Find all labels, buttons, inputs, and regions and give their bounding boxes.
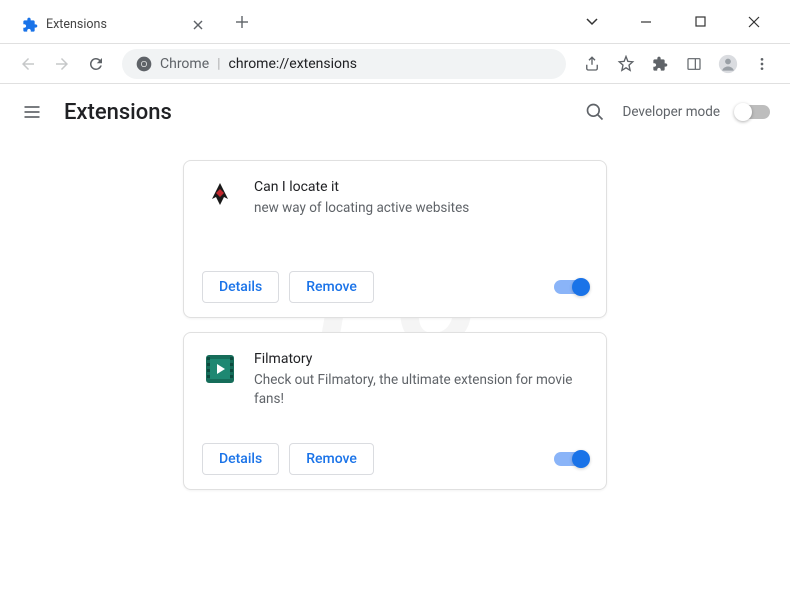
dropdown-caret-button[interactable]: [576, 6, 608, 38]
omnibox-divider: |: [217, 56, 220, 72]
menu-button[interactable]: [748, 50, 776, 78]
reload-button[interactable]: [82, 50, 110, 78]
tab-title: Extensions: [46, 17, 107, 32]
new-tab-button[interactable]: [228, 8, 256, 36]
extension-icon: [22, 17, 38, 33]
extension-name: Filmatory: [254, 351, 588, 367]
developer-mode-toggle[interactable]: [736, 105, 770, 119]
page-header: Extensions Developer mode: [0, 84, 790, 140]
extension-enable-toggle[interactable]: [554, 452, 588, 466]
bookmark-button[interactable]: [612, 50, 640, 78]
forward-button[interactable]: [48, 50, 76, 78]
maximize-button[interactable]: [684, 6, 716, 38]
extension-description: Check out Filmatory, the ultimate extens…: [254, 371, 588, 409]
extension-app-icon: [202, 351, 238, 387]
window-controls: [576, 6, 790, 38]
close-button[interactable]: [738, 6, 770, 38]
titlebar: Extensions: [0, 0, 790, 44]
details-button[interactable]: Details: [202, 443, 279, 475]
remove-button[interactable]: Remove: [289, 443, 374, 475]
omnibox-app-label: Chrome: [160, 56, 209, 72]
toolbar: Chrome | chrome://extensions: [0, 44, 790, 84]
search-button[interactable]: [583, 100, 607, 124]
extension-card: Filmatory Check out Filmatory, the ultim…: [183, 332, 607, 490]
minimize-button[interactable]: [630, 6, 662, 38]
extension-description: new way of locating active websites: [254, 199, 588, 218]
remove-button[interactable]: Remove: [289, 271, 374, 303]
extension-list: Can I locate it new way of locating acti…: [0, 140, 790, 490]
details-button[interactable]: Details: [202, 271, 279, 303]
chrome-logo-icon: [136, 56, 152, 72]
omnibox-url: chrome://extensions: [229, 56, 357, 72]
page-title: Extensions: [64, 100, 172, 125]
address-bar[interactable]: Chrome | chrome://extensions: [122, 49, 566, 79]
share-button[interactable]: [578, 50, 606, 78]
developer-mode-label: Developer mode: [623, 104, 721, 120]
extensions-button[interactable]: [646, 50, 674, 78]
browser-tab[interactable]: Extensions: [8, 7, 218, 43]
extension-name: Can I locate it: [254, 179, 588, 195]
tab-close-button[interactable]: [190, 17, 206, 33]
extension-app-icon: [202, 179, 238, 215]
profile-button[interactable]: [714, 50, 742, 78]
back-button[interactable]: [14, 50, 42, 78]
hamburger-menu-button[interactable]: [20, 100, 44, 124]
extension-enable-toggle[interactable]: [554, 280, 588, 294]
extension-card: Can I locate it new way of locating acti…: [183, 160, 607, 318]
sidepanel-button[interactable]: [680, 50, 708, 78]
